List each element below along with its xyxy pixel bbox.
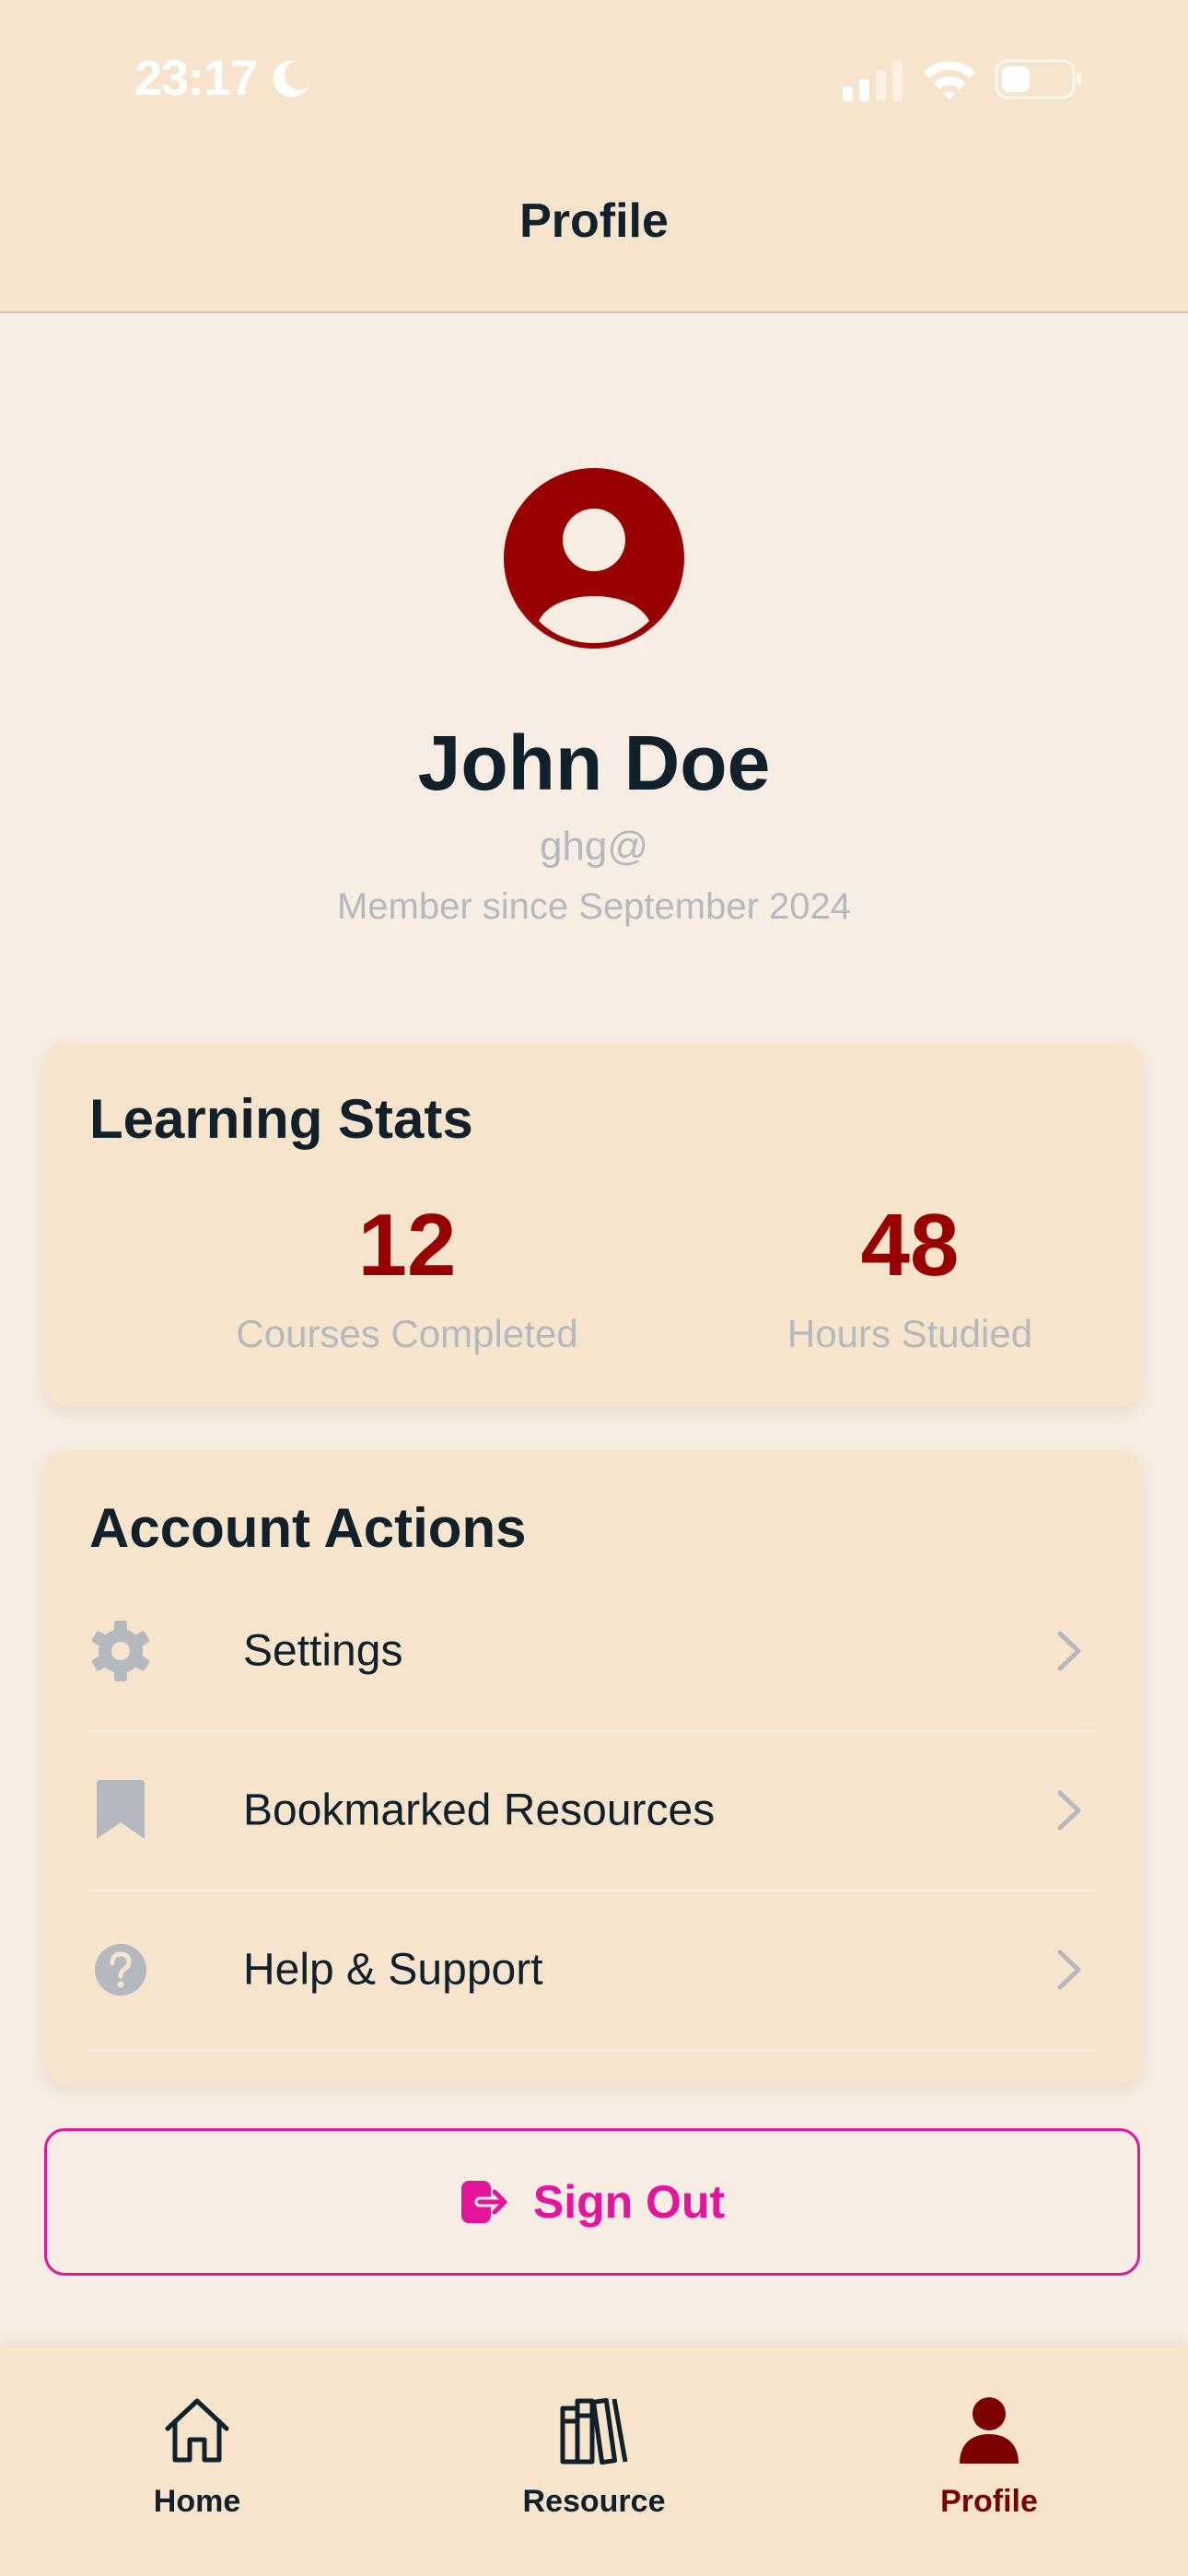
settings-row[interactable]: Settings — [88, 1572, 1098, 1732]
stat-value: 48 — [860, 1196, 960, 1294]
moon-icon — [273, 60, 309, 98]
account-actions-title: Account Actions — [89, 1497, 527, 1559]
stat-label: Hours Studied — [786, 1312, 1033, 1355]
tab-resource-label: Resource — [522, 2484, 666, 2519]
account-actions-card: Account Actions Settings Bookmarked Reso… — [44, 1450, 1142, 2084]
person-icon — [960, 2397, 1019, 2464]
member-since: Member since September 2024 — [336, 886, 852, 927]
chevron-right-icon — [1057, 1631, 1081, 1671]
stat-value: 12 — [357, 1196, 457, 1294]
stat-label: Courses Completed — [236, 1312, 578, 1355]
page-title: Profile — [519, 194, 669, 248]
settings-label: Settings — [243, 1626, 403, 1676]
tab-home[interactable]: Home — [59, 2346, 335, 2576]
sign-out-button[interactable]: Sign Out — [44, 2128, 1140, 2276]
user-name: John Doe — [417, 720, 771, 806]
wifi-icon — [924, 61, 975, 100]
battery-icon — [995, 59, 1081, 100]
sign-out-label: Sign Out — [532, 2176, 726, 2228]
gear-icon — [92, 1621, 149, 1681]
chevron-right-icon — [1057, 1790, 1081, 1831]
stat-hours-studied: 48 Hours Studied — [670, 1201, 1149, 1356]
sign-out-icon — [460, 2181, 509, 2223]
chevron-right-icon — [1057, 1950, 1081, 1990]
status-time: 23:17 — [134, 51, 258, 106]
tab-bar: Home Resource Profile — [0, 2346, 1188, 2576]
question-circle-icon — [95, 1944, 146, 1996]
stat-courses-completed: 12 Courses Completed — [168, 1201, 646, 1356]
tab-home-label: Home — [153, 2484, 241, 2519]
bookmarked-resources-row[interactable]: Bookmarked Resources — [88, 1731, 1098, 1891]
user-email: ghg@ — [539, 824, 649, 869]
learning-stats-card: Learning Stats 12 Courses Completed 48 H… — [44, 1043, 1142, 1406]
help-support-row[interactable]: Help & Support — [88, 1891, 1098, 2051]
tab-profile-label: Profile — [940, 2484, 1038, 2519]
cellular-signal-icon — [843, 61, 903, 101]
avatar-icon — [504, 468, 684, 649]
bookmarked-resources-label: Bookmarked Resources — [243, 1786, 716, 1835]
books-icon — [560, 2397, 628, 2465]
tab-resource[interactable]: Resource — [456, 2346, 732, 2576]
header-bar: 23:17 Profile — [0, 0, 1188, 313]
help-support-label: Help & Support — [243, 1945, 543, 1995]
bookmark-icon — [97, 1780, 145, 1839]
tab-profile[interactable]: Profile — [851, 2346, 1127, 2576]
home-icon — [165, 2398, 229, 2463]
learning-stats-title: Learning Stats — [89, 1088, 473, 1150]
